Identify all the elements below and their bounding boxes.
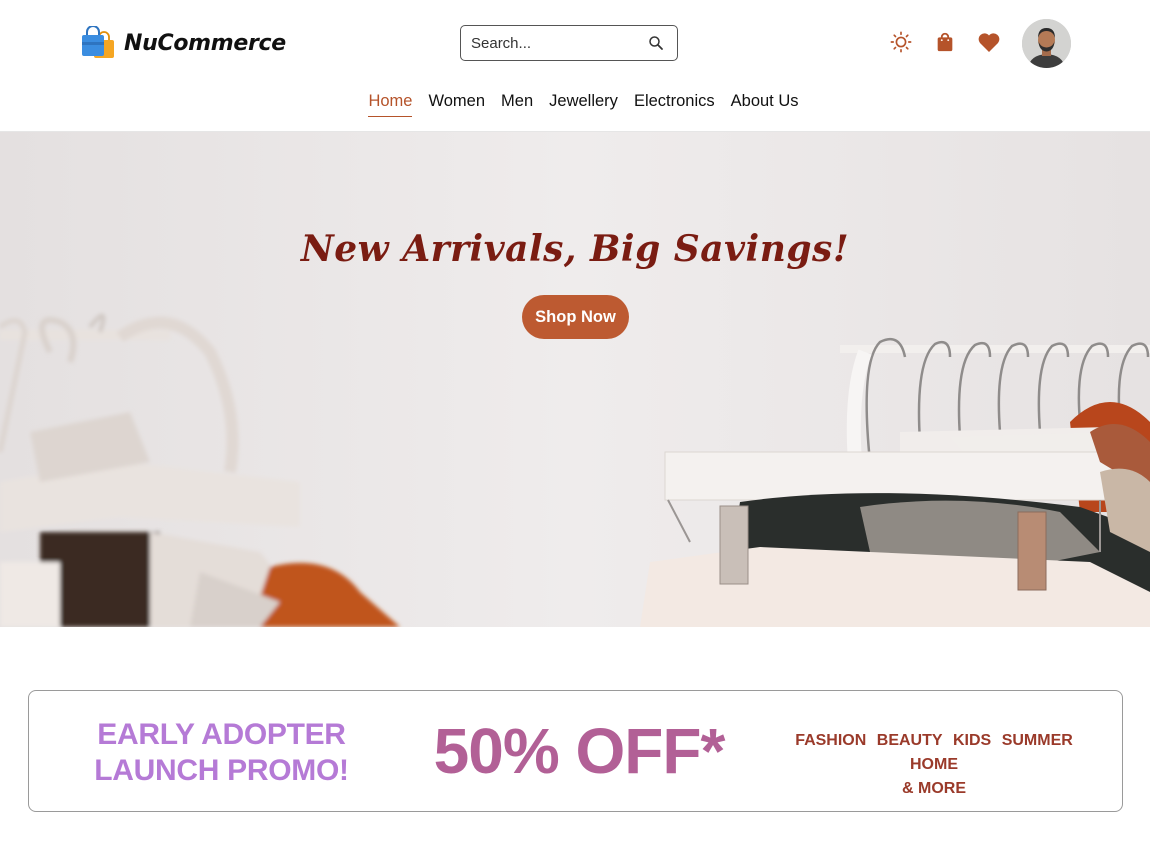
wishlist-button[interactable] <box>977 30 1001 54</box>
search-input[interactable] <box>471 34 631 52</box>
nav-item-home[interactable]: Home <box>368 92 413 117</box>
cart-button[interactable] <box>933 30 957 54</box>
promo-category-kids: KIDS <box>953 732 992 749</box>
user-photo <box>1022 19 1071 68</box>
theme-toggle-button[interactable] <box>889 30 913 54</box>
promo-category-fashion: FASHION <box>795 732 867 749</box>
promo-category-beauty: BEAUTY <box>876 732 943 749</box>
nav-item-jewellery[interactable]: Jewellery <box>549 92 618 117</box>
sun-icon <box>890 31 912 53</box>
hero-background-image <box>0 132 1150 627</box>
promo-line-1: EARLY ADOPTER <box>97 718 346 751</box>
search-icon[interactable] <box>647 34 665 52</box>
promo-line-2: LAUNCH PROMO! <box>94 754 349 787</box>
search-box <box>460 25 678 61</box>
promo-banner[interactable]: EARLY ADOPTER LAUNCH PROMO! 50% OFF* FAS… <box>28 690 1123 812</box>
nav-item-electronics[interactable]: Electronics <box>634 92 715 117</box>
hero-banner: New Arrivals, Big Savings! Shop Now <box>0 132 1150 627</box>
user-avatar[interactable] <box>1022 19 1071 68</box>
nav-item-men[interactable]: Men <box>501 92 533 117</box>
nav-item-women[interactable]: Women <box>428 92 485 117</box>
shop-now-button[interactable]: Shop Now <box>522 295 629 339</box>
shopping-bags-logo-icon <box>82 26 114 58</box>
promo-heading: EARLY ADOPTER LAUNCH PROMO! <box>79 717 364 789</box>
main-nav: Home Women Men Jewellery Electronics Abo… <box>0 92 1150 117</box>
promo-discount: 50% OFF* <box>433 715 726 787</box>
site-header: NuCommerce Search... Home Women Men Jewe… <box>0 0 1150 132</box>
hero-title: New Arrivals, Big Savings! <box>300 228 850 270</box>
promo-more: & MORE <box>902 780 966 797</box>
nav-item-about-us[interactable]: About Us <box>731 92 799 117</box>
shopping-bag-icon <box>937 32 953 52</box>
brand-name: NuCommerce <box>124 30 286 56</box>
promo-category-home: HOME <box>910 756 958 773</box>
promo-category-summer: SUMMER <box>1001 732 1073 749</box>
heart-icon <box>978 33 1000 52</box>
promo-categories: FASHION BEAUTY KIDS SUMMER HOME & MORE <box>764 729 1104 801</box>
brand-logo[interactable]: NuCommerce <box>80 26 286 60</box>
